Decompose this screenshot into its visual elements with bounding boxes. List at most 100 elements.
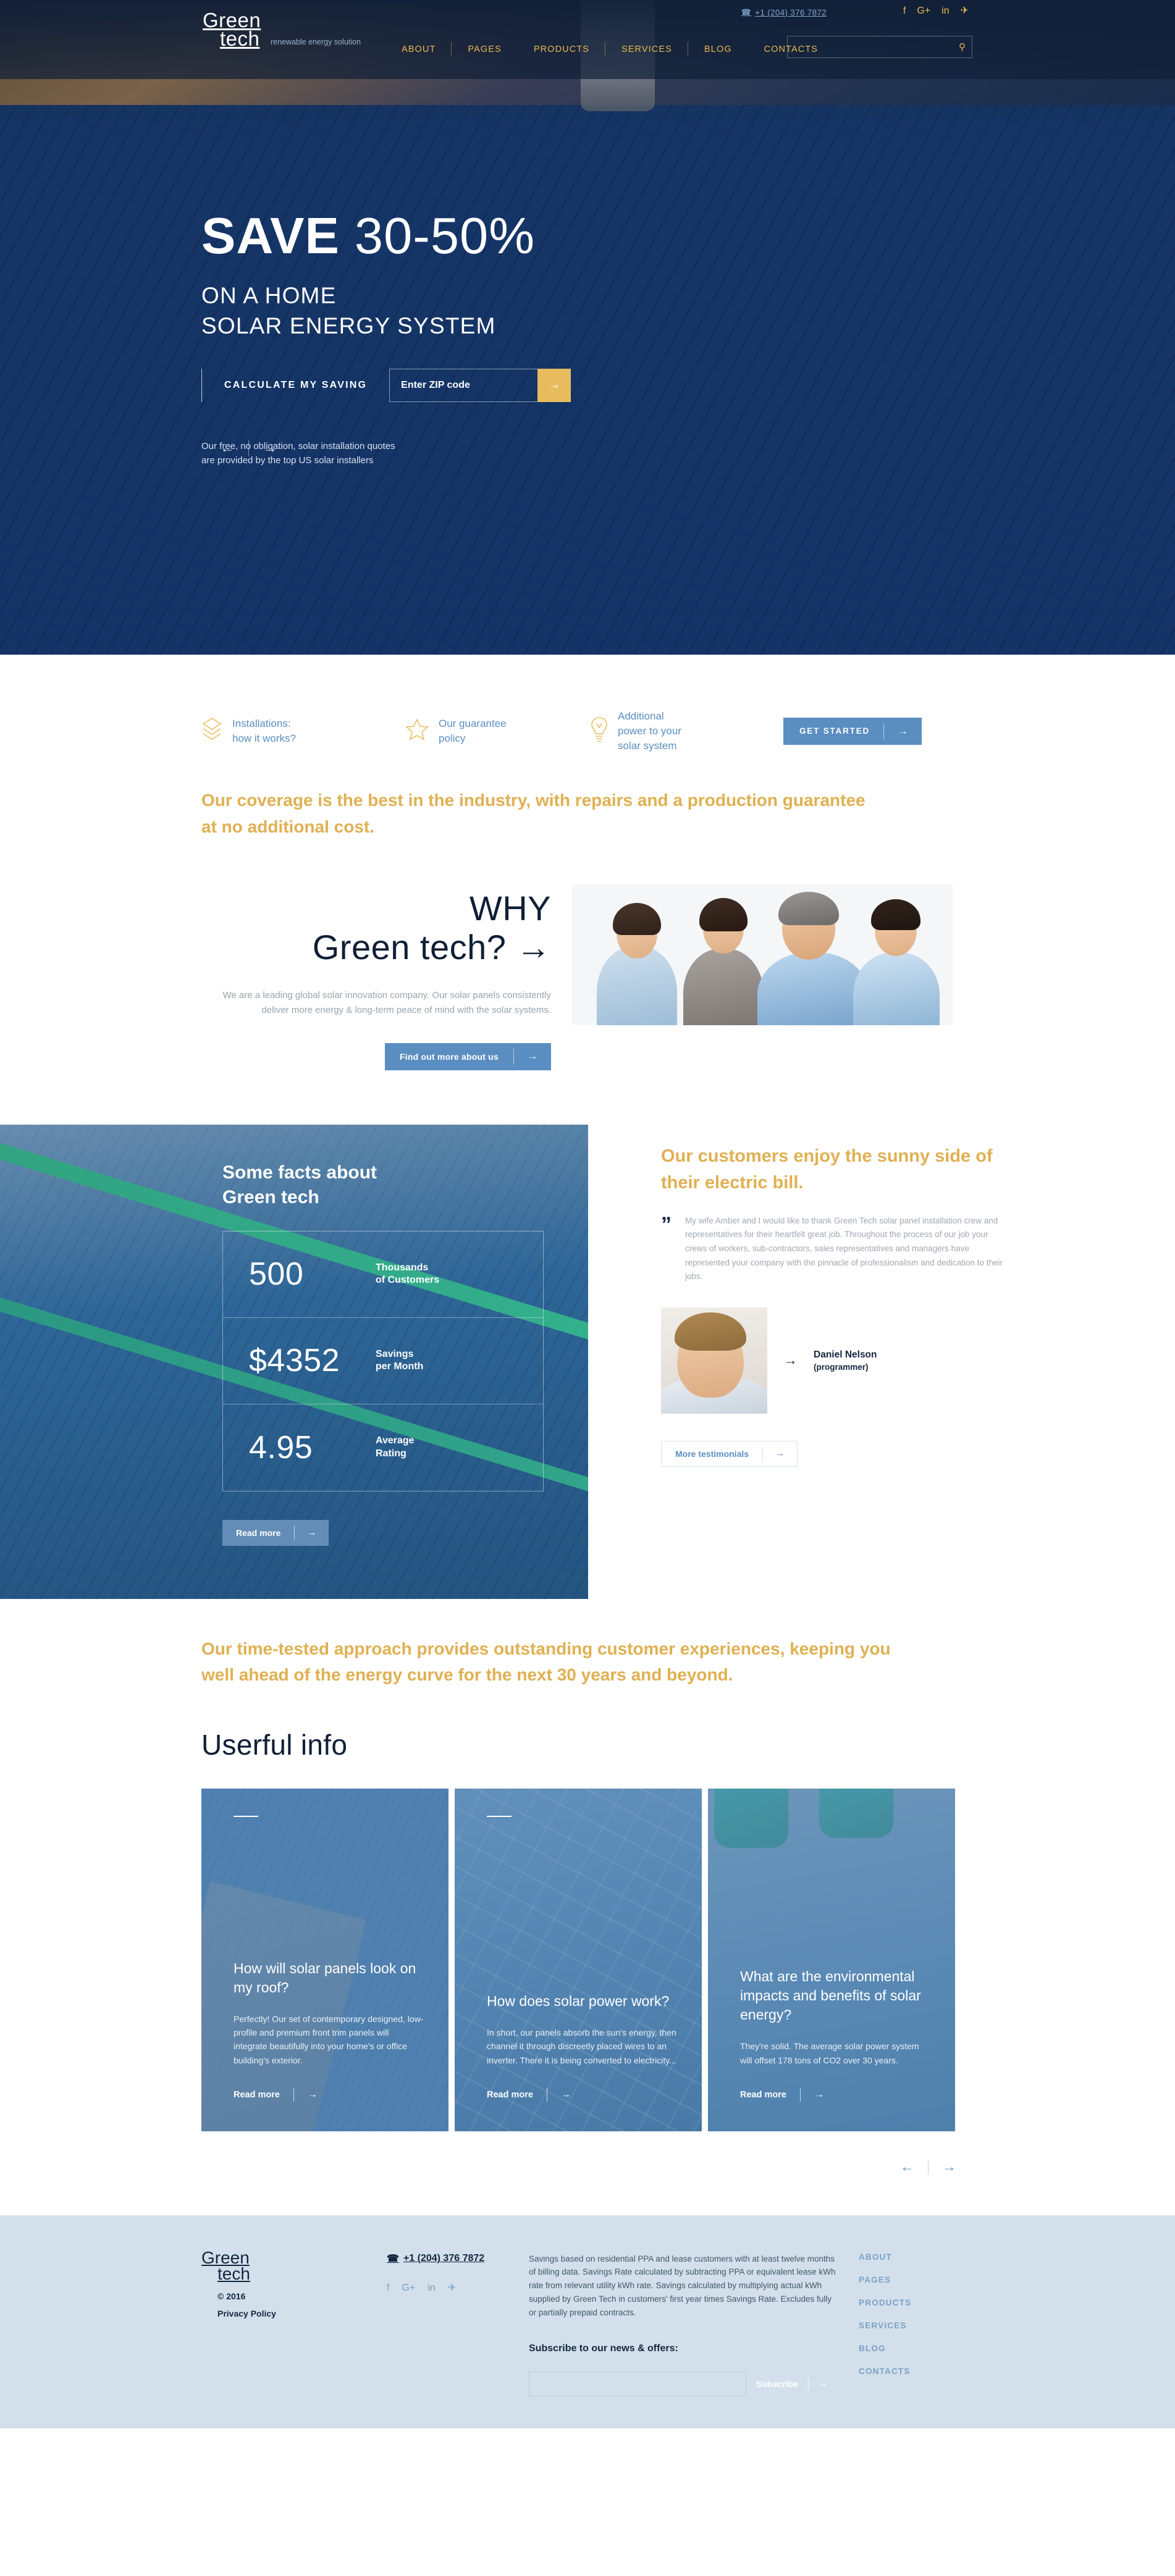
footer-copyright: © 2016	[217, 2291, 246, 2302]
facts-read-more-label: Read more	[236, 1527, 281, 1538]
search-icon[interactable]: ⚲	[959, 41, 966, 52]
hero-next-arrow-icon[interactable]: →	[249, 441, 291, 456]
card-body: They're solid. The average solar power s…	[740, 2041, 919, 2065]
facebook-icon[interactable]: f	[903, 6, 906, 16]
hero-section: Green tech renewable energy solution ABO…	[0, 0, 1175, 655]
card-rule	[487, 1815, 512, 1817]
twitter-icon[interactable]: ✈	[961, 6, 969, 16]
zip-code-input[interactable]	[389, 368, 538, 402]
footer-disclaimer-column: Savings based on residential PPA and lea…	[529, 2250, 838, 2396]
subscribe-form: Subscribe →	[529, 2371, 838, 2396]
facebook-icon[interactable]: f	[387, 2283, 389, 2293]
approach-text: Our time-tested approach provides outsta…	[201, 1638, 891, 1685]
footer-logo-line1: Green	[201, 2247, 250, 2267]
feature-additional-power[interactable]: Additional power to your solar system	[591, 709, 770, 753]
feature-installations-label: Installations: how it works?	[232, 717, 296, 744]
stat-row: $4352 Savings per Month	[223, 1318, 543, 1404]
footer-brand-column: Green tech © 2016 Privacy Policy	[201, 2247, 387, 2318]
coverage-statement-text: Our coverage is the best in the industry…	[201, 791, 865, 836]
phone-icon: ☎	[741, 7, 752, 17]
card-title: How does solar power work?	[487, 1993, 670, 2010]
google-plus-icon[interactable]: G+	[402, 2283, 415, 2293]
site-footer: Green tech © 2016 Privacy Policy ☎ +1 (2…	[0, 2215, 1175, 2428]
arrow-right-icon: →	[775, 1448, 785, 1459]
twitter-icon[interactable]: ✈	[448, 2283, 456, 2293]
subscribe-email-input[interactable]	[529, 2371, 747, 2396]
nav-item-products[interactable]: PRODUCTS	[518, 42, 606, 56]
feature-installations[interactable]: Installations: how it works?	[201, 716, 405, 746]
card-read-more-label: Read more	[740, 2089, 786, 2100]
header-phone-link[interactable]: ☎ +1 (204) 376 7872	[741, 7, 827, 17]
logo-tagline: renewable energy solution	[271, 38, 361, 46]
footer-nav-about[interactable]: ABOUT	[859, 2252, 974, 2262]
more-testimonials-button[interactable]: More testimonials →	[661, 1440, 798, 1467]
stat-label: Thousands of Customers	[376, 1262, 440, 1286]
arrow-right-icon: →	[307, 1527, 317, 1538]
stat-row: 4.95 Average Rating	[223, 1404, 543, 1491]
nav-item-pages[interactable]: PAGES	[452, 44, 517, 54]
button-divider	[808, 2377, 809, 2390]
facts-read-more-button[interactable]: Read more →	[222, 1519, 329, 1546]
layers-icon	[201, 716, 222, 745]
footer-phone-link[interactable]: ☎ +1 (204) 376 7872	[387, 2252, 529, 2265]
author-role: (programmer)	[814, 1362, 869, 1372]
card-read-more-button[interactable]: Read more →	[234, 2087, 424, 2102]
footer-disclaimer: Savings based on residential PPA and lea…	[529, 2254, 836, 2318]
linkedin-icon[interactable]: in	[427, 2283, 435, 2293]
card-title: How will solar panels look on my roof?	[234, 1960, 416, 1995]
carousel-prev-arrow-icon[interactable]: ←	[887, 2160, 928, 2174]
hero-content: SAVE 30-50% ON A HOME SOLAR ENERGY SYSTE…	[0, 79, 1175, 468]
why-section: WHY Green tech? → We are a leading globa…	[0, 840, 1175, 1070]
why-heading: WHY Green tech? →	[201, 889, 551, 967]
hero-prev-arrow-icon[interactable]: ←	[206, 441, 248, 456]
nav-item-blog[interactable]: BLOG	[688, 44, 748, 54]
zip-input-group: →	[389, 368, 571, 402]
hero-title: SAVE 30-50%	[201, 210, 974, 261]
footer-nav-blog[interactable]: BLOG	[859, 2344, 974, 2353]
author-meta: Daniel Nelson (programmer)	[814, 1349, 877, 1372]
nav-item-services[interactable]: SERVICES	[605, 42, 688, 56]
search-box[interactable]: ⚲	[787, 36, 972, 58]
footer-nav-pages[interactable]: PAGES	[859, 2275, 974, 2284]
why-heading-line1: WHY	[469, 889, 551, 928]
facts-testimonial-section: Some facts about Green tech 500 Thousand…	[0, 1124, 1175, 1599]
footer-nav-products[interactable]: PRODUCTS	[859, 2298, 974, 2307]
logo[interactable]: Green tech	[203, 10, 261, 49]
zip-submit-button[interactable]: →	[537, 368, 571, 402]
footer-nav-services[interactable]: SERVICES	[859, 2321, 974, 2330]
why-heading-line2: Green tech?	[312, 928, 507, 967]
card-read-more-button[interactable]: Read more →	[740, 2087, 930, 2102]
list-item[interactable]: How does solar power work? In short, our…	[455, 1788, 702, 2131]
privacy-policy-link[interactable]: Privacy Policy	[217, 2309, 387, 2318]
page-title: Userful info	[201, 1728, 348, 1761]
useful-info-cards: How will solar panels look on my roof? P…	[201, 1788, 974, 2131]
get-started-button[interactable]: GET STARTED →	[783, 717, 922, 745]
testimonial-title: Our customers enjoy the sunny side of th…	[661, 1146, 993, 1193]
feature-guarantee[interactable]: Our guarantee policy	[405, 716, 591, 746]
list-item[interactable]: What are the environmental impacts and b…	[708, 1788, 955, 2131]
nav-item-about[interactable]: ABOUT	[385, 42, 452, 56]
calculate-my-saving-button[interactable]: CALCULATE MY SAVING	[202, 369, 389, 402]
card-body: In short, our panels absorb the sun's en…	[487, 2028, 676, 2065]
hero-note: Our free, no obligation, solar installat…	[201, 440, 395, 466]
footer-logo[interactable]: Green tech	[201, 2247, 387, 2283]
stat-row: 500 Thousands of Customers	[223, 1231, 543, 1318]
linkedin-icon[interactable]: in	[941, 6, 949, 16]
subscribe-button[interactable]: Subscribe →	[746, 2372, 838, 2396]
find-out-more-button[interactable]: Find out more about us →	[385, 1043, 551, 1070]
search-input[interactable]	[794, 42, 959, 52]
list-item[interactable]: How will solar panels look on my roof? P…	[201, 1788, 449, 2131]
footer-phone-number: +1 (204) 376 7872	[403, 2252, 485, 2263]
google-plus-icon[interactable]: G+	[917, 6, 930, 16]
card-read-more-button[interactable]: Read more →	[487, 2087, 677, 2102]
stat-value: 4.95	[249, 1429, 313, 1466]
why-body-text: We are a leading global solar innovation…	[222, 989, 551, 1016]
carousel-next-arrow-icon[interactable]: →	[929, 2160, 970, 2174]
testimonial-quote-row: ” My wife Amber and I would like to than…	[661, 1214, 1007, 1284]
footer-nav-contacts[interactable]: CONTACTS	[859, 2367, 974, 2376]
arrow-right-icon: →	[516, 928, 551, 967]
hero-slider-controls: ← →	[206, 440, 291, 456]
footer-navigation: ABOUT PAGES PRODUCTS SERVICES BLOG CONTA…	[838, 2250, 974, 2389]
features-section: Installations: how it works? Our guarant…	[0, 655, 1175, 753]
stat-value: $4352	[249, 1343, 340, 1379]
